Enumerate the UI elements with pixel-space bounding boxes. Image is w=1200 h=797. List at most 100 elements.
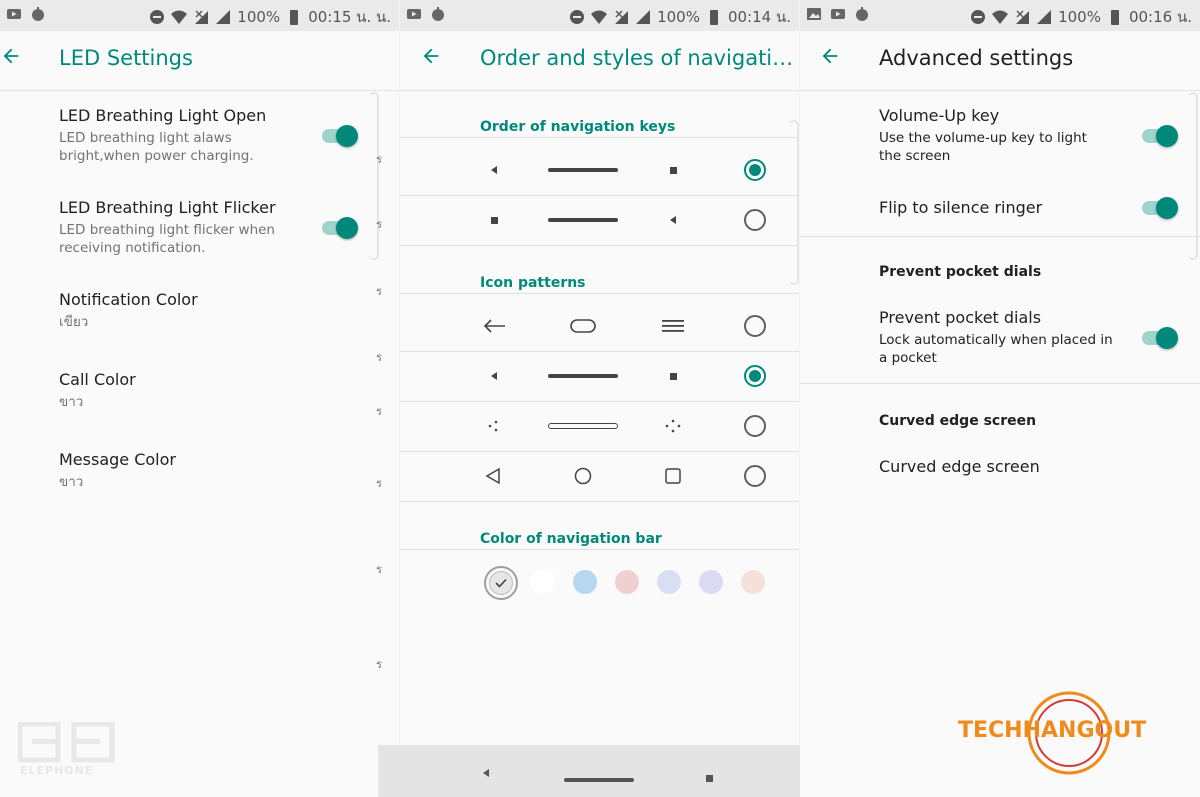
color-swatch-lavender[interactable]: [657, 570, 681, 594]
setting-curved-edge-screen[interactable]: Curved edge screen: [879, 457, 1040, 476]
gallery-icon: [806, 6, 822, 22]
pattern-option-1[interactable]: [400, 301, 799, 351]
triangle-left-small-icon: [488, 145, 500, 195]
dots-four-icon: [664, 401, 682, 451]
long-bar-icon: [548, 351, 618, 401]
page-title: Advanced settings: [879, 46, 1074, 70]
pattern-option-2-radio[interactable]: [744, 365, 766, 387]
battery-percent: 100%: [237, 8, 281, 26]
setting-subtitle: Lock automatically when placed in a pock…: [879, 332, 1113, 366]
app-notification-icon: [430, 6, 446, 22]
color-swatch-selected[interactable]: [484, 566, 518, 600]
edge-mark: ร: [376, 351, 382, 364]
arrow-left-icon: [423, 48, 439, 64]
setting-subtitle: LED breathing light flicker when receivi…: [59, 222, 275, 256]
color-swatch-blue[interactable]: [573, 570, 597, 594]
wifi-icon: [992, 9, 1009, 25]
edge-scroll-hint: [789, 120, 799, 285]
setting-led-breathing-open[interactable]: LED Breathing Light Open LED breathing l…: [59, 106, 274, 165]
status-bar: 100% 00:16 น.: [800, 0, 1200, 31]
app-bar: Advanced settings: [800, 31, 1200, 91]
arrow-left-icon: [3, 48, 19, 64]
nav-recents-button[interactable]: [706, 767, 716, 782]
image-icon: [406, 6, 422, 22]
elephone-wordmark: ELEPHONE: [20, 764, 94, 777]
setting-title: Curved edge screen: [879, 457, 1040, 476]
app-bar: Order and styles of navigati…: [400, 31, 799, 91]
edge-mark: ร: [376, 563, 382, 576]
edge-mark: ร: [376, 285, 382, 298]
divider: [400, 293, 799, 294]
setting-volume-up-key[interactable]: Volume-Up key Use the volume-up key to l…: [879, 106, 1109, 165]
edge-mark: ร: [376, 405, 382, 418]
section-order-heading: Order of navigation keys: [480, 119, 676, 135]
color-swatch-periwinkle[interactable]: [699, 570, 723, 594]
back-button[interactable]: [0, 45, 26, 75]
color-swatch-white[interactable]: [531, 570, 555, 594]
pattern-option-4-radio[interactable]: [744, 465, 766, 487]
pattern-option-2[interactable]: [400, 351, 799, 401]
edge-mark: ร: [376, 477, 382, 490]
divider: [400, 549, 799, 550]
edge-scroll-hint: [369, 92, 379, 260]
order-option-2[interactable]: [400, 195, 799, 245]
app-notification-icon: [30, 6, 46, 22]
battery-icon: [706, 9, 722, 25]
prevent-pocket-dials-toggle[interactable]: [1140, 326, 1178, 350]
square-small-icon: [667, 351, 679, 401]
order-option-1[interactable]: [400, 145, 799, 195]
edge-scroll-hint: [1188, 92, 1198, 260]
signal-off-icon: [1014, 9, 1030, 25]
setting-flip-to-silence[interactable]: Flip to silence ringer: [879, 198, 1042, 217]
led-breathing-open-toggle[interactable]: [320, 124, 358, 148]
do-not-disturb-icon: [970, 9, 986, 25]
signal-off-icon: [613, 9, 629, 25]
status-bar: 100% 00:14 น.: [400, 0, 799, 31]
nav-home-button[interactable]: [564, 767, 634, 782]
order-option-1-radio[interactable]: [744, 159, 766, 181]
edge-mark: ร: [376, 658, 382, 671]
pattern-option-1-radio[interactable]: [744, 315, 766, 337]
pattern-option-4[interactable]: [400, 451, 799, 501]
flip-to-silence-toggle[interactable]: [1140, 196, 1178, 220]
back-button[interactable]: [420, 45, 446, 75]
triangle-left-small-icon: [667, 195, 679, 245]
divider: [400, 501, 799, 502]
led-settings-screen: 100% 00:15 น. น. LED Settings LED Breath…: [0, 0, 399, 797]
setting-prevent-pocket-dials[interactable]: Prevent pocket dials Lock automatically …: [879, 308, 1114, 367]
order-option-2-radio[interactable]: [744, 209, 766, 231]
setting-title: Flip to silence ringer: [879, 198, 1043, 217]
arrow-left-icon: [822, 48, 838, 64]
back-button[interactable]: [819, 45, 845, 75]
image-icon: [6, 6, 22, 22]
hamburger-icon: [660, 301, 686, 351]
battery-percent: 100%: [657, 8, 700, 26]
setting-call-color[interactable]: Call Color ขาว: [59, 370, 136, 411]
color-swatch-pink[interactable]: [615, 570, 639, 594]
square-outline-icon: [662, 451, 684, 501]
techhangout-logo: TECHHANGOUT: [958, 690, 1173, 780]
dots-three-icon: [486, 401, 502, 451]
nav-back-button[interactable]: [482, 763, 496, 777]
setting-message-color[interactable]: Message Color ขาว: [59, 450, 176, 491]
status-bar: 100% 00:15 น. น.: [0, 0, 399, 31]
long-bar-icon: [548, 195, 618, 245]
setting-title: Call Color: [59, 370, 136, 389]
color-swatch-peach[interactable]: [741, 570, 765, 594]
setting-notification-color[interactable]: Notification Color เขียว: [59, 290, 198, 331]
setting-led-breathing-flicker[interactable]: LED Breathing Light Flicker LED breathin…: [59, 198, 299, 257]
divider: [400, 245, 799, 246]
volume-up-key-toggle[interactable]: [1140, 124, 1178, 148]
section-icon-patterns-heading: Icon patterns: [480, 275, 586, 291]
led-breathing-flicker-toggle[interactable]: [320, 216, 358, 240]
setting-title: Notification Color: [59, 290, 198, 309]
circle-outline-icon: [572, 451, 594, 501]
pattern-option-3[interactable]: [400, 401, 799, 451]
system-navigation-bar: [378, 745, 800, 797]
battery-percent: 100%: [1058, 8, 1101, 26]
square-small-icon: [667, 145, 679, 195]
setting-subtitle: LED breathing light alaws bright,when po…: [59, 130, 254, 164]
pattern-option-3-radio[interactable]: [744, 415, 766, 437]
outline-bar-icon: [548, 401, 618, 451]
clock: 00:16 น.: [1128, 8, 1192, 26]
